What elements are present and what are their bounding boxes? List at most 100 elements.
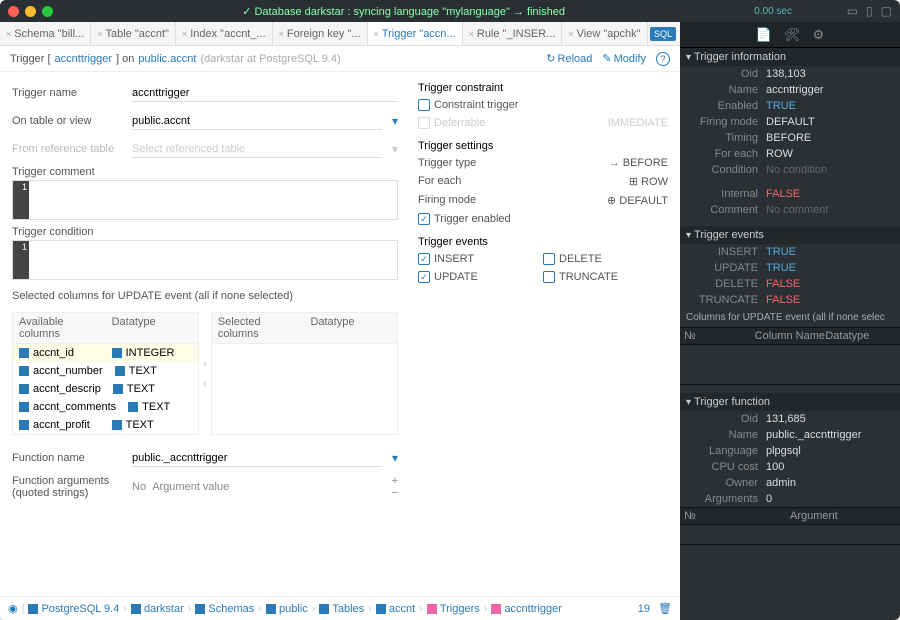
close-button[interactable] — [8, 6, 19, 17]
titlebar-status: ✓ Database darkstar : syncing language "… — [53, 5, 754, 18]
table-row[interactable]: accnt_profitTEXT — [13, 416, 198, 434]
trigger-type-select[interactable]: → BEFORE — [609, 157, 668, 169]
trigger-name-input[interactable] — [132, 85, 398, 102]
close-icon[interactable]: × — [182, 29, 187, 39]
table-link[interactable]: public.accnt — [138, 53, 196, 65]
table-row[interactable]: accnt_descripTEXT — [13, 380, 198, 398]
selected-cols-title: Selected columns for UPDATE event (all i… — [12, 290, 398, 302]
crumb[interactable]: darkstar — [131, 603, 184, 615]
constraint-title: Trigger constraint — [418, 82, 668, 94]
insert-checkbox[interactable]: ✓ — [418, 253, 430, 265]
dropdown-icon[interactable]: ▾ — [392, 114, 398, 128]
comment-textarea[interactable]: 1 — [12, 180, 398, 220]
constraint-checkbox[interactable] — [418, 99, 430, 111]
close-icon[interactable]: × — [279, 29, 284, 39]
cols-section-title: Columns for UPDATE event (all if none se… — [680, 308, 900, 327]
tab-trigger[interactable]: ×Trigger "accn... — [368, 22, 463, 45]
move-left-icon[interactable]: ‹ — [203, 378, 207, 390]
move-right-icon[interactable]: › — [203, 358, 207, 370]
enabled-checkbox[interactable]: ✓ — [418, 213, 430, 225]
function-name-input[interactable] — [132, 450, 382, 467]
column-icon — [19, 366, 29, 376]
type-icon — [115, 366, 125, 376]
reload-button[interactable]: ↻ Reload — [546, 52, 592, 65]
crumb[interactable]: PostgreSQL 9.4 — [28, 603, 119, 615]
truncate-checkbox[interactable] — [543, 271, 555, 283]
column-icon — [19, 348, 29, 358]
comment-label: Trigger comment — [12, 166, 398, 178]
foreach-select[interactable]: ⊞ ROW — [629, 175, 668, 188]
column-icon — [19, 384, 29, 394]
add-arg-button[interactable]: + — [392, 475, 398, 487]
table-row[interactable]: accnt_numberTEXT — [13, 362, 198, 380]
split-icon[interactable]: ▯ — [866, 4, 873, 18]
inspector-sidebar: 📄 🛠 ⚙ ▾ Trigger information Oid138,103 N… — [680, 22, 900, 620]
close-icon[interactable]: × — [374, 29, 379, 39]
crumb[interactable]: Tables — [319, 603, 364, 615]
app-window: ✓ Database darkstar : syncing language "… — [0, 0, 900, 620]
gear-icon[interactable]: ⚙ — [813, 27, 825, 43]
nav-icon[interactable]: ◉ — [8, 602, 18, 615]
firing-select[interactable]: ⊕ DEFAULT — [607, 194, 668, 207]
tab-index[interactable]: ×Index "accnt_... — [176, 22, 273, 45]
type-icon — [113, 384, 123, 394]
titlebar: ✓ Database darkstar : syncing language "… — [0, 0, 900, 22]
subheader: Trigger [ accnttrigger ] on public.accnt… — [0, 46, 680, 72]
dropdown-icon[interactable]: ▾ — [392, 142, 398, 156]
db-icon — [28, 604, 38, 614]
func-section[interactable]: ▾ Trigger function — [680, 393, 900, 411]
sql-badge[interactable]: SQL — [650, 27, 676, 41]
condition-textarea[interactable]: 1 — [12, 240, 398, 280]
tab-view[interactable]: ×View "apchk" — [562, 22, 647, 45]
close-icon[interactable]: × — [97, 29, 102, 39]
tab-schema[interactable]: ×Schema "bill... — [0, 22, 91, 45]
function-name-label: Function name — [12, 452, 122, 464]
schema-icon — [266, 604, 276, 614]
table-row[interactable]: accnt_idINTEGER — [13, 344, 198, 362]
file-icon[interactable]: 📄 — [756, 27, 772, 43]
events-section[interactable]: ▾ Trigger events — [680, 226, 900, 244]
maximize-button[interactable] — [42, 6, 53, 17]
trigger-name-label: Trigger name — [12, 87, 122, 99]
trigger-link[interactable]: accnttrigger — [55, 53, 112, 65]
close-icon[interactable]: × — [469, 29, 474, 39]
close-icon[interactable]: × — [568, 29, 573, 39]
sidebar-tabs: 📄 🛠 ⚙ — [680, 22, 900, 48]
modify-button[interactable]: ✎ Modify — [602, 52, 646, 65]
layout-icon[interactable]: ▢ — [881, 4, 892, 18]
events-title: Trigger events — [418, 236, 668, 248]
breadcrumbs: ◉ | PostgreSQL 9.4› darkstar› Schemas› p… — [0, 596, 680, 620]
trash-icon[interactable]: 🗑 — [658, 602, 672, 615]
breadcrumb-count: 19 — [638, 603, 650, 615]
help-icon[interactable]: ? — [656, 52, 670, 66]
panel-icon[interactable]: ▭ — [847, 4, 858, 18]
settings-title: Trigger settings — [418, 140, 668, 152]
tools-icon[interactable]: 🛠 — [784, 27, 801, 43]
crumb[interactable]: public — [266, 603, 308, 615]
table-icon — [376, 604, 386, 614]
tab-fk[interactable]: ×Foreign key "... — [273, 22, 368, 45]
column-icon — [19, 402, 29, 412]
args-table-header: №Argument — [680, 507, 900, 525]
minimize-button[interactable] — [25, 6, 36, 17]
function-args-label: Function arguments (quoted strings) — [12, 475, 122, 499]
from-ref-input[interactable] — [132, 141, 382, 158]
type-icon — [128, 402, 138, 412]
update-checkbox[interactable]: ✓ — [418, 271, 430, 283]
condition-label: Trigger condition — [12, 226, 398, 238]
delete-checkbox[interactable] — [543, 253, 555, 265]
tab-rule[interactable]: ×Rule "_INSER... — [463, 22, 563, 45]
deferrable-checkbox — [418, 117, 430, 129]
crumb[interactable]: accnt — [376, 603, 415, 615]
crumb[interactable]: Schemas — [195, 603, 254, 615]
remove-arg-button[interactable]: − — [392, 487, 398, 499]
on-table-input[interactable] — [132, 113, 382, 130]
info-section[interactable]: ▾ Trigger information — [680, 48, 900, 66]
dropdown-icon[interactable]: ▾ — [392, 451, 398, 465]
table-row[interactable]: accnt_commentsTEXT — [13, 398, 198, 416]
close-icon[interactable]: × — [6, 29, 11, 39]
tab-table[interactable]: ×Table "accnt" — [91, 22, 176, 45]
crumb[interactable]: accnttrigger — [491, 603, 561, 615]
crumb[interactable]: Triggers — [427, 603, 480, 615]
tables-icon — [319, 604, 329, 614]
